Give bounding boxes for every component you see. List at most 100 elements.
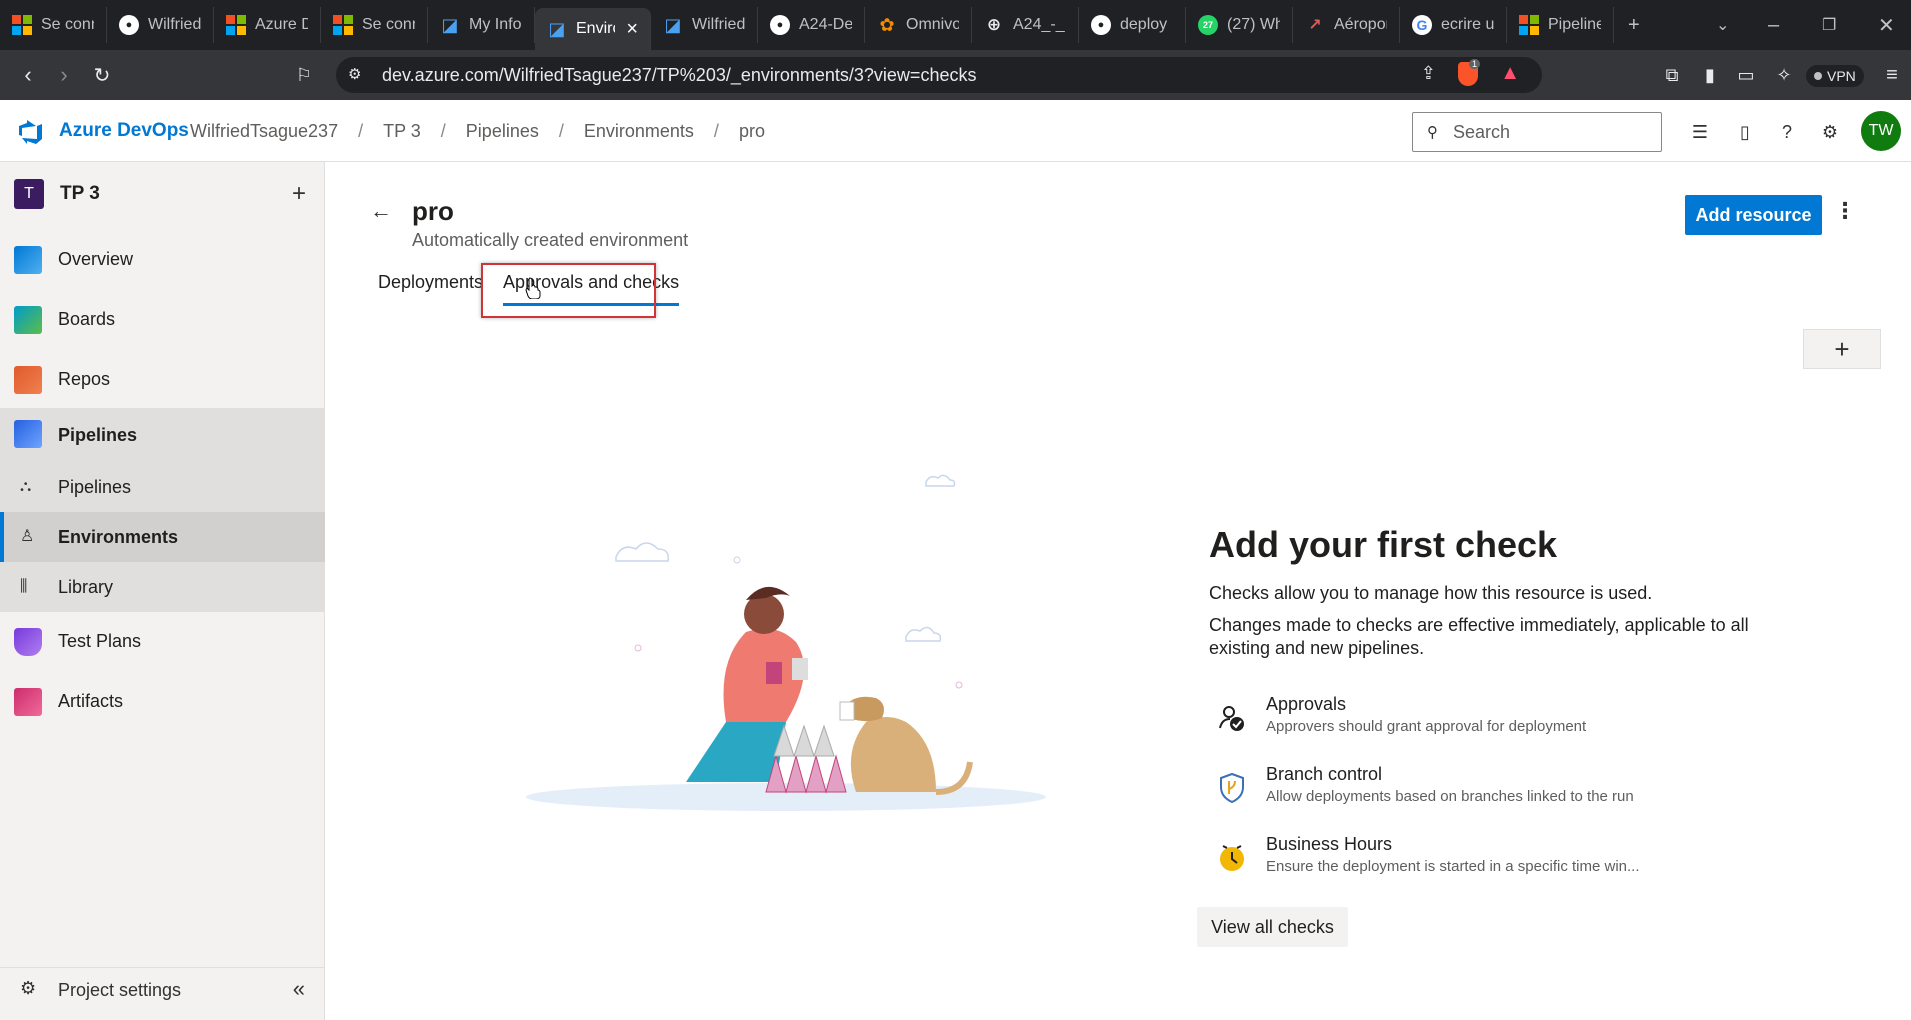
check-description: Approvers should grant approval for depl… xyxy=(1266,718,1587,735)
check-item-business-hours[interactable]: Business Hours Ensure the deployment is … xyxy=(1209,834,1769,882)
avatar[interactable]: TW xyxy=(1861,111,1901,151)
browser-tab-title: Environments xyxy=(576,20,615,37)
bookmark-icon[interactable]: ⚐ xyxy=(286,57,322,93)
breadcrumb-separator: / xyxy=(558,121,564,141)
artifacts-icon xyxy=(14,688,42,716)
user-settings-icon[interactable]: ⚙ xyxy=(1818,120,1842,144)
browser-tab[interactable]: Se connecter xyxy=(0,7,107,43)
sidebar-item-boards[interactable]: Boards xyxy=(0,294,325,344)
browser-tab[interactable]: ◪ WilfriedTsague xyxy=(651,7,758,43)
vpn-status-icon xyxy=(1814,72,1822,80)
browser-tab[interactable]: ● deploy xyxy=(1079,7,1186,43)
cloud-icon xyxy=(905,626,942,642)
sidebar-subitem-library[interactable]: ⫼ Library xyxy=(0,562,325,612)
browser-tab[interactable]: ● A24-DevOps xyxy=(758,7,865,43)
browser-tab[interactable]: Se connecter xyxy=(321,7,428,43)
browser-tab-active[interactable]: ◪ Environments × xyxy=(535,8,651,50)
decor-dot xyxy=(733,556,741,564)
sidebar-subitem-pipelines[interactable]: ⛬ Pipelines xyxy=(0,462,325,512)
breadcrumb-project[interactable]: TP 3 xyxy=(383,121,421,142)
vpn-button[interactable]: VPN xyxy=(1806,65,1864,87)
browser-tab[interactable]: Azure DevOps xyxy=(214,7,321,43)
new-item-plus-icon[interactable]: + xyxy=(292,180,306,208)
check-item-approvals[interactable]: Approvals Approvers should grant approva… xyxy=(1209,694,1769,742)
tab-search-icon[interactable]: ⌄ xyxy=(1716,0,1729,50)
brave-badge: 1 xyxy=(1468,59,1480,69)
back-icon[interactable]: ‹ xyxy=(10,57,46,93)
browser-tab[interactable]: ● WilfriedTsague xyxy=(107,7,214,43)
wallet-icon[interactable]: ▭ xyxy=(1728,57,1764,93)
project-header[interactable]: T TP 3 + xyxy=(14,176,314,212)
check-name: Business Hours xyxy=(1266,834,1393,854)
azure-devops-icon: ◪ xyxy=(441,14,459,35)
sidebar-item-label: Library xyxy=(58,577,114,597)
brand-name[interactable]: Azure DevOps xyxy=(59,120,189,142)
back-arrow-icon[interactable]: ← xyxy=(370,198,392,224)
view-all-checks-button[interactable]: View all checks xyxy=(1197,907,1348,947)
sidebar-item-repos[interactable]: Repos xyxy=(0,354,325,404)
site-info-icon[interactable]: ⚙ xyxy=(348,65,368,85)
more-options-icon[interactable]: ⋮ xyxy=(1834,198,1856,224)
browser-tab-title: Se connecter xyxy=(362,16,415,33)
brave-rewards-icon[interactable]: ▲ xyxy=(1500,62,1520,85)
cloud-icon xyxy=(615,542,670,562)
library-icon: ⫼ xyxy=(20,578,28,595)
globe-icon: ⊕ xyxy=(986,15,1002,34)
check-item-branch-control[interactable]: Branch control Allow deployments based o… xyxy=(1209,764,1769,812)
marketplace-bag-icon[interactable]: ▯ xyxy=(1733,120,1757,144)
breadcrumb-organization[interactable]: WilfriedTsague237 xyxy=(190,121,338,142)
sidebar-item-artifacts[interactable]: Artifacts xyxy=(0,676,325,726)
sidebar-toggle-icon[interactable]: ▮ xyxy=(1692,57,1728,93)
browser-tab[interactable]: G ecrire un xyxy=(1400,7,1507,43)
leo-ai-icon[interactable]: ✧ xyxy=(1766,57,1802,93)
browser-tab[interactable]: ⊕ A24_-_ xyxy=(972,7,1079,43)
url-bar[interactable]: ⚙ dev.azure.com/WilfriedTsague237/TP%203… xyxy=(336,57,1542,93)
forward-icon[interactable]: › xyxy=(46,57,82,93)
sidebar-item-label: Artifacts xyxy=(58,691,124,711)
azure-devops-logo-icon[interactable] xyxy=(18,119,44,145)
restore-icon[interactable]: ❐ xyxy=(1822,0,1836,50)
search-placeholder: Search xyxy=(1453,121,1511,142)
add-check-button[interactable]: + xyxy=(1803,329,1881,369)
window-close-icon[interactable]: ✕ xyxy=(1878,0,1895,50)
dog-card xyxy=(839,701,855,721)
address-toolbar: ‹ › ↻ ⚐ ⚙ dev.azure.com/WilfriedTsague23… xyxy=(0,50,1911,100)
browser-tab-title: My Information xyxy=(469,16,522,33)
sidebar-item-pipelines[interactable]: Pipelines xyxy=(0,408,325,462)
help-icon[interactable]: ? xyxy=(1775,120,1799,144)
azure-devops-icon: ◪ xyxy=(664,14,682,35)
add-resource-button[interactable]: Add resource xyxy=(1685,195,1822,235)
browser-tab-title: Se connecter xyxy=(41,16,94,33)
breadcrumb-pipelines[interactable]: Pipelines xyxy=(466,121,539,142)
overview-icon xyxy=(14,246,42,274)
extensions-icon[interactable]: ⧉ xyxy=(1654,57,1690,93)
task-list-icon[interactable]: ☰ xyxy=(1688,120,1712,144)
reload-icon[interactable]: ↻ xyxy=(84,57,120,93)
search-input[interactable]: ⚲ Search xyxy=(1412,112,1662,152)
browser-tab[interactable]: ✿ Omnivox xyxy=(865,7,972,43)
minimize-icon[interactable]: – xyxy=(1768,0,1779,50)
browser-tab[interactable]: ↗ Aéroports xyxy=(1293,7,1400,43)
project-settings-row[interactable]: ⚙ Project settings « xyxy=(0,967,325,1011)
sidebar-item-test-plans[interactable]: Test Plans xyxy=(0,616,325,666)
browser-tab[interactable]: Pipelines xyxy=(1507,7,1614,43)
project-settings-label: Project settings xyxy=(58,980,182,1000)
share-icon[interactable]: ⇪ xyxy=(1421,63,1436,84)
browser-tab-title: ecrire un xyxy=(1441,16,1494,33)
microsoft-icon xyxy=(333,15,353,35)
tab-deployments[interactable]: Deployments xyxy=(366,262,495,302)
collapse-sidebar-icon[interactable]: « xyxy=(293,976,305,1002)
sidebar-item-label: Environments xyxy=(58,527,179,547)
menu-icon[interactable]: ≡ xyxy=(1874,57,1910,93)
sidebar-item-overview[interactable]: Overview xyxy=(0,234,325,284)
empty-state-line2: Changes made to checks are effective imm… xyxy=(1209,615,1749,658)
new-tab-icon[interactable]: + xyxy=(1628,0,1640,50)
browser-tab[interactable]: ◪ My Information xyxy=(428,7,535,43)
browser-tab-title: WilfriedTsague xyxy=(692,16,745,33)
breadcrumb-environment[interactable]: pro xyxy=(739,121,765,142)
sidebar-subitem-environments[interactable]: ♙ Environments xyxy=(0,512,325,562)
browser-tab[interactable]: 27 (27) WhatsApp xyxy=(1186,7,1293,43)
close-tab-icon[interactable]: × xyxy=(626,18,638,41)
breadcrumb-separator: / xyxy=(440,121,446,141)
breadcrumb-environments[interactable]: Environments xyxy=(584,121,694,142)
